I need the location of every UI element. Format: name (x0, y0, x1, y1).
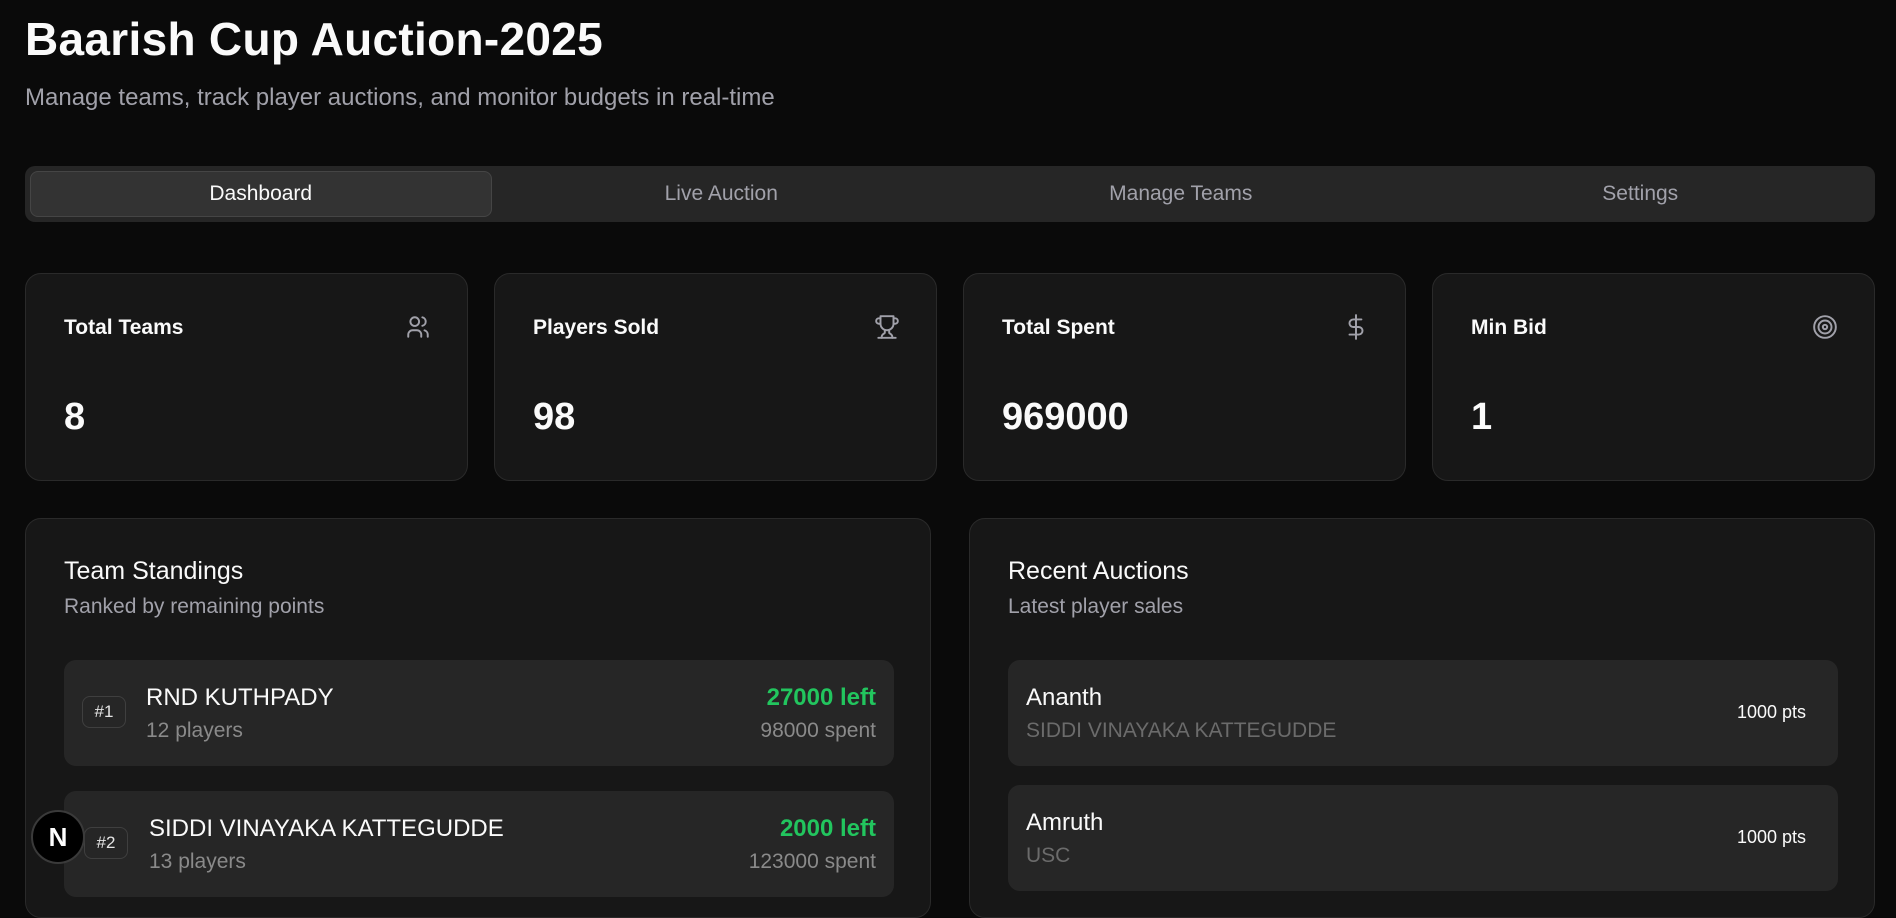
tab-bar: Dashboard Live Auction Manage Teams Sett… (25, 166, 1875, 222)
player-team: USC (1026, 844, 1071, 867)
stat-label: Total Spent (1002, 316, 1115, 339)
sale-points: 1000 pts (1736, 702, 1806, 722)
sale-points: 1000 pts (1736, 827, 1806, 847)
points-left: 27000 left (766, 684, 876, 711)
standing-row[interactable]: #2 SIDDI VINAYAKA KATTEGUDDE 13 players … (64, 791, 894, 897)
points-spent: 98000 spent (760, 719, 876, 742)
page-subtitle: Manage teams, track player auctions, and… (25, 84, 775, 111)
panel-title: Recent Auctions (1008, 557, 1189, 585)
target-icon (1813, 315, 1837, 339)
player-team: SIDDI VINAYAKA KATTEGUDDE (1026, 719, 1337, 742)
nextjs-dev-badge[interactable]: N (31, 810, 85, 864)
stat-label: Players Sold (533, 316, 660, 339)
panel-subtitle: Ranked by remaining points (64, 595, 325, 618)
stat-card-total-spent: Total Spent 969000 (963, 273, 1406, 481)
team-name: SIDDI VINAYAKA KATTEGUDDE (149, 815, 504, 842)
stat-label: Min Bid (1471, 316, 1547, 339)
stats-row: Total Teams 8 Players Sold 98 Total Spen… (25, 273, 1875, 481)
stat-card-players-sold: Players Sold 98 (494, 273, 937, 481)
dollar-icon (1348, 314, 1364, 340)
panel-subtitle: Latest player sales (1008, 595, 1184, 618)
points-spent: 123000 spent (748, 850, 876, 873)
points-left: 2000 left (779, 815, 876, 842)
stat-value: 969000 (1002, 396, 1129, 438)
team-standings-panel: Team Standings Ranked by remaining point… (25, 518, 931, 918)
stat-label: Total Teams (64, 316, 184, 339)
rank-badge: #2 (84, 827, 128, 859)
page-title: Baarish Cup Auction-2025 (25, 13, 604, 65)
stat-card-min-bid: Min Bid 1 (1432, 273, 1875, 481)
rank-badge: #1 (82, 696, 126, 728)
team-name: RND KUTHPADY (146, 684, 334, 711)
standing-row[interactable]: #1 RND KUTHPADY 12 players 27000 left 98… (64, 660, 894, 766)
tab-manage-teams[interactable]: Manage Teams (951, 171, 1411, 217)
team-player-count: 13 players (149, 850, 246, 873)
team-player-count: 12 players (146, 719, 243, 742)
users-icon (407, 316, 429, 338)
tab-live-auction[interactable]: Live Auction (492, 171, 952, 217)
recent-auctions-panel: Recent Auctions Latest player sales Anan… (969, 518, 1875, 918)
stat-card-total-teams: Total Teams 8 (25, 273, 468, 481)
panel-title: Team Standings (64, 557, 244, 585)
tab-settings[interactable]: Settings (1411, 171, 1871, 217)
auction-row[interactable]: Ananth SIDDI VINAYAKA KATTEGUDDE 1000 pt… (1008, 660, 1838, 766)
stat-value: 8 (64, 396, 86, 438)
player-name: Amruth (1026, 809, 1104, 836)
auction-row[interactable]: Amruth USC 1000 pts (1008, 785, 1838, 891)
player-name: Ananth (1026, 684, 1103, 711)
stat-value: 98 (533, 396, 576, 438)
tab-dashboard[interactable]: Dashboard (30, 171, 492, 217)
trophy-icon (875, 315, 899, 339)
stat-value: 1 (1471, 396, 1493, 438)
